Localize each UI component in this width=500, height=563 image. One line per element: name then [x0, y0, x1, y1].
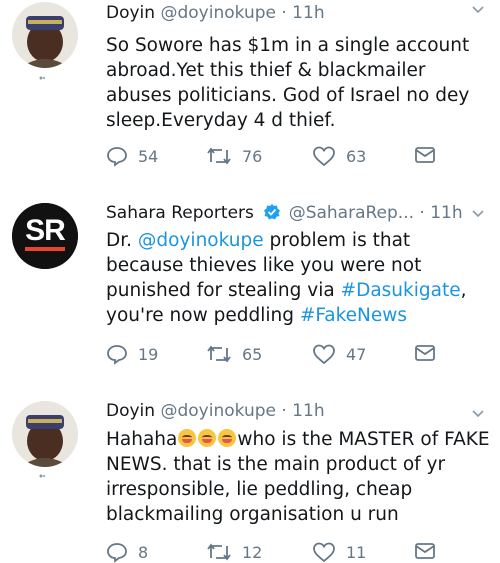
avatar[interactable]: [12, 2, 78, 68]
reply-button[interactable]: 8: [106, 541, 148, 563]
reply-count: 8: [138, 542, 149, 562]
tweet-text: Hahaha who is the MASTER of FAKE NEWS. th…: [106, 427, 491, 527]
chevron-down-icon[interactable]: [470, 2, 486, 18]
retweet-icon: [207, 147, 231, 165]
retweet-button[interactable]: 12: [206, 541, 262, 563]
thread-indicator-icon: [39, 474, 45, 478]
chevron-down-icon[interactable]: [470, 206, 486, 222]
like-count: 63: [346, 146, 367, 166]
user-name[interactable]: Sahara Reporters: [106, 203, 254, 223]
reply-count: 54: [138, 146, 159, 166]
verified-badge-icon: [264, 204, 281, 220]
tweet-time[interactable]: · 11h: [419, 203, 462, 223]
grinning-face-emoji-icon: [198, 429, 217, 447]
tweet-header: Doyin @doyinokupe · 11h: [106, 400, 325, 422]
heart-icon: [313, 542, 335, 563]
user-name[interactable]: Doyin: [106, 3, 155, 23]
doyin-avatar-icon: [12, 401, 78, 467]
grinning-face-emoji-icon: [218, 429, 237, 447]
like-button[interactable]: 63: [312, 145, 366, 167]
avatar-logo-text: SR: [25, 214, 66, 247]
envelope-icon: [415, 147, 435, 163]
user-handle[interactable]: @SaharaRep...: [289, 203, 414, 223]
reply-button[interactable]: 54: [106, 145, 158, 167]
like-button[interactable]: 47: [312, 343, 366, 365]
tweet-3[interactable]: Doyin @doyinokupe · 11h Hahaha who is the…: [0, 396, 500, 563]
like-button[interactable]: 11: [312, 541, 366, 563]
retweet-button[interactable]: 76: [206, 145, 262, 167]
tweet-header: Doyin @doyinokupe · 11h: [106, 2, 325, 24]
reply-icon: [107, 147, 127, 167]
reply-icon: [107, 543, 127, 563]
tweet-2[interactable]: SR Sahara Reporters @SaharaRep... · 11h …: [0, 195, 500, 385]
like-count: 47: [346, 344, 367, 364]
user-name[interactable]: Doyin: [106, 401, 155, 421]
mention-link[interactable]: @doyinokupe: [138, 230, 264, 251]
chevron-down-icon[interactable]: [470, 406, 486, 422]
retweet-count: 76: [242, 146, 263, 166]
hashtag-link[interactable]: #Dasukigate: [341, 280, 461, 301]
tweet-actions: 8 12 11: [106, 541, 486, 563]
retweet-button[interactable]: 65: [206, 343, 262, 365]
avatar[interactable]: SR: [12, 203, 78, 269]
tweet-text: Dr. @doyinokupe problem is that because …: [106, 228, 491, 328]
reply-button[interactable]: 19: [106, 343, 158, 365]
hashtag-link[interactable]: #FakeNews: [300, 305, 407, 326]
tweet-1[interactable]: Doyin @doyinokupe · 11h So Sowore has $1…: [0, 0, 500, 190]
retweet-icon: [207, 543, 231, 561]
retweet-count: 12: [242, 542, 263, 562]
heart-icon: [313, 146, 335, 167]
tweet-text: So Sowore has $1m in a single account ab…: [106, 35, 470, 131]
envelope-icon: [415, 345, 435, 361]
text-segment: Hahaha: [106, 429, 178, 450]
heart-icon: [313, 344, 335, 365]
retweet-icon: [207, 345, 231, 363]
doyin-avatar-icon: [12, 2, 78, 68]
text-segment: Dr.: [106, 230, 138, 251]
like-count: 11: [346, 542, 367, 562]
thread-indicator-icon: [39, 76, 45, 80]
direct-message-button[interactable]: [414, 343, 436, 363]
tweet-header: Sahara Reporters @SaharaRep... · 11h: [106, 202, 463, 224]
tweet-actions: 19 65 47: [106, 343, 486, 369]
reply-icon: [107, 345, 127, 365]
user-handle[interactable]: @doyinokupe: [160, 3, 276, 23]
grinning-face-emoji-icon: [178, 429, 197, 447]
tweet-time[interactable]: · 11h: [281, 401, 324, 421]
direct-message-button[interactable]: [414, 145, 436, 165]
retweet-count: 65: [242, 344, 263, 364]
tweet-actions: 54 76 63: [106, 145, 486, 171]
direct-message-button[interactable]: [414, 541, 436, 561]
user-handle[interactable]: @doyinokupe: [160, 401, 276, 421]
avatar[interactable]: [12, 401, 78, 467]
envelope-icon: [415, 543, 435, 559]
reply-count: 19: [138, 344, 159, 364]
tweet-time[interactable]: · 11h: [281, 3, 324, 23]
